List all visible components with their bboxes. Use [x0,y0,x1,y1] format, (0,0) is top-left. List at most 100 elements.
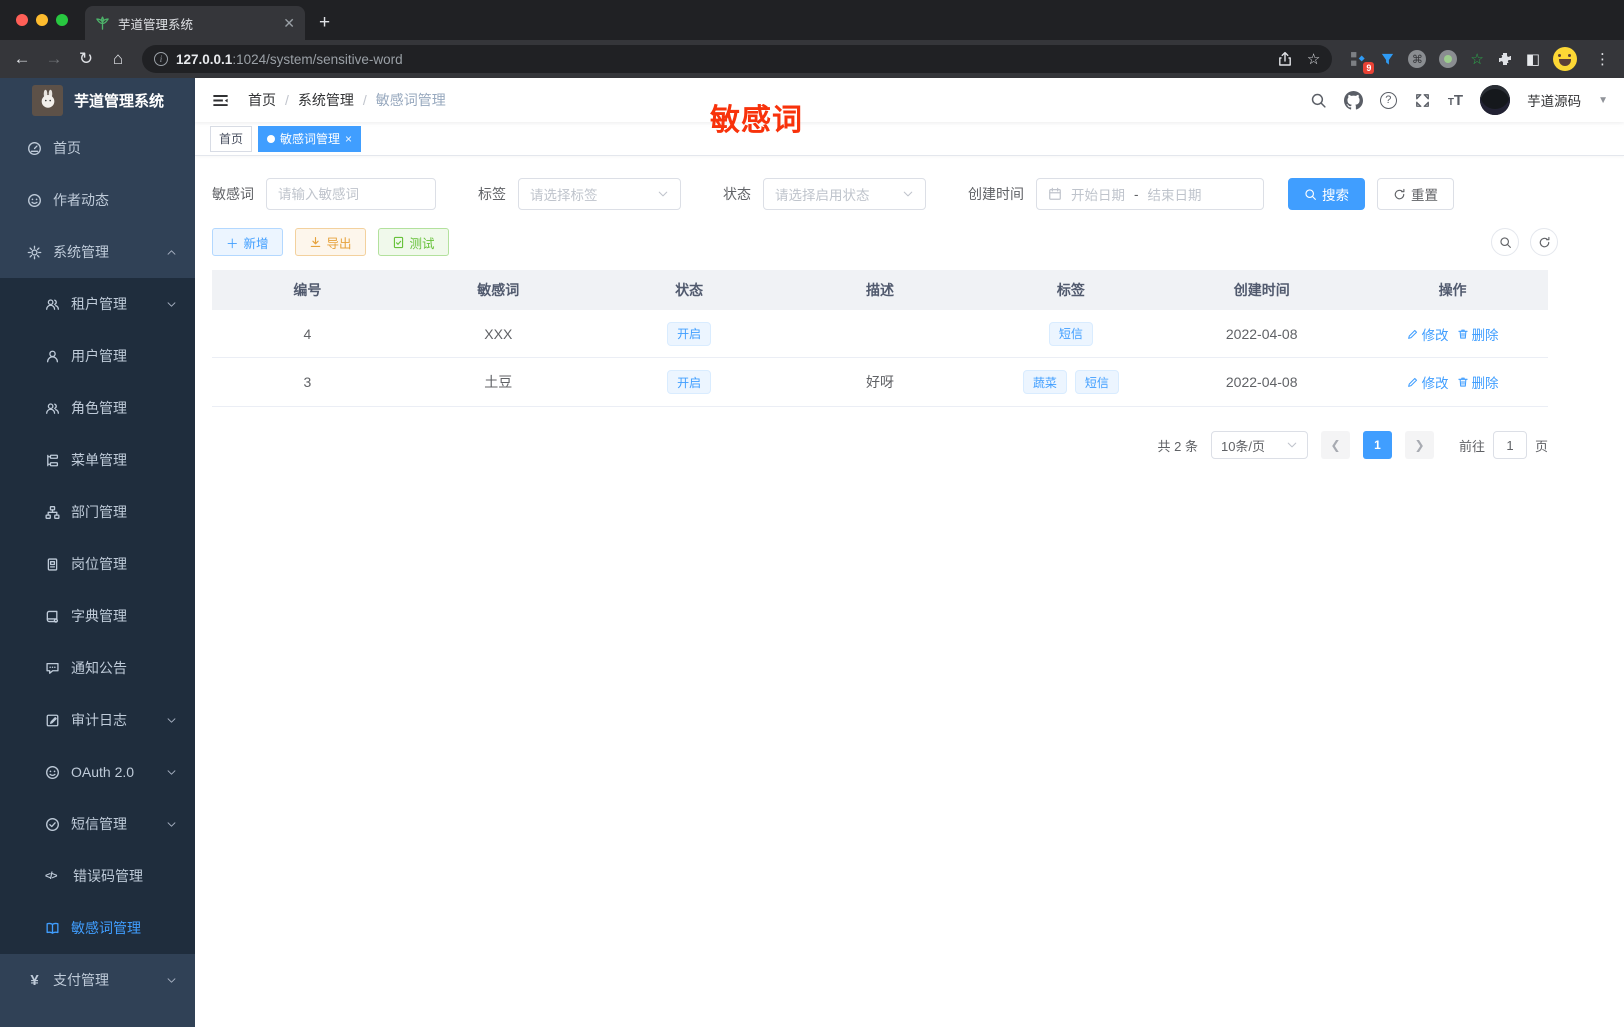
sidebar-item-post[interactable]: 岗位管理 [0,538,195,590]
bookmark-star-icon[interactable]: ☆ [1307,50,1320,68]
command-extension-icon[interactable]: ⌘ [1408,50,1427,68]
add-button[interactable]: ＋ 新增 [212,228,283,256]
tab-manager-extension-icon[interactable]: 9 [1350,51,1375,74]
search-icon [1305,188,1316,200]
date-range-picker[interactable]: 开始日期 - 结束日期 [1036,178,1264,210]
sidebar-item-system[interactable]: 系统管理 [0,226,195,278]
prev-page-button[interactable]: ❮ [1320,431,1350,459]
forward-icon[interactable]: → [40,45,68,73]
user-avatar[interactable] [1480,85,1511,115]
status-badge: 开启 [667,370,712,394]
home-icon[interactable]: ⌂ [104,45,132,73]
sidebar-logo[interactable]: 芋道管理系统 [0,78,195,122]
collapse-sidebar-icon[interactable] [211,91,230,110]
tag-home[interactable]: 首页 [210,125,253,152]
goto-label: 前往 [1458,438,1485,454]
calendar-icon [1049,187,1061,200]
users-icon [46,298,59,310]
funnel-extension-icon[interactable] [1380,52,1395,67]
cell-created: 2022-04-08 [1225,374,1298,390]
sidebar-item-tenant[interactable]: 租户管理 [0,278,195,330]
delete-link[interactable]: 删除 [1457,372,1499,392]
next-page-button[interactable]: ❯ [1404,431,1434,459]
tab-close-icon[interactable]: ✕ [283,15,295,32]
sidebar-item-dict[interactable]: 字典管理 [0,590,195,642]
gear-icon [27,245,42,259]
table-row: 4 XXX 开启 短信 2022-04-08 修改 删除 [212,310,1548,358]
chevron-down-icon [167,301,176,307]
active-dot-icon [267,134,276,143]
sidebar-item-sensitive-word[interactable]: 敏感词管理 [0,902,195,954]
tag-select[interactable]: 请选择标签 [518,178,681,210]
sidebar-item-role[interactable]: 角色管理 [0,382,195,434]
tag-sensitive-word[interactable]: 敏感词管理 × [258,125,362,152]
puzzle-extensions-icon[interactable] [1497,51,1513,67]
reset-button[interactable]: 重置 [1377,178,1454,210]
new-tab-button[interactable]: + [319,12,330,34]
close-window-button[interactable] [16,14,28,26]
recorder-extension-icon[interactable] [1439,50,1458,68]
sidebar-item-sms[interactable]: 短信管理 [0,798,195,850]
total-count: 共 2 条 [1157,438,1198,454]
minimize-window-button[interactable] [36,14,48,26]
share-icon[interactable] [1277,51,1293,67]
page-number-button[interactable]: 1 [1362,431,1392,459]
test-button[interactable]: 测试 [377,228,449,256]
robot-icon [46,765,59,779]
sidebar-item-dept[interactable]: 部门管理 [0,486,195,538]
sidebar-item-oauth[interactable]: OAuth 2.0 [0,746,195,798]
github-icon[interactable] [1343,90,1363,110]
zoom-window-button[interactable] [56,14,68,26]
breadcrumb-section[interactable]: 系统管理 [298,90,354,110]
cell-desc: 好呀 [865,374,894,390]
fullscreen-icon[interactable] [1414,92,1431,109]
page-size-select[interactable]: 10条/页 [1210,431,1308,459]
code-icon: </> [45,870,57,882]
profile-avatar[interactable] [1553,47,1577,71]
window-controls[interactable] [16,14,68,26]
delete-link[interactable]: 删除 [1457,324,1499,344]
sidebar-item-notice[interactable]: 通知公告 [0,642,195,694]
address-bar[interactable]: i 127.0.0.1:1024/system/sensitive-word ☆ [142,45,1333,73]
green-star-extension-icon[interactable]: ☆ [1470,50,1483,68]
edit-link[interactable]: 修改 [1407,324,1449,344]
export-button[interactable]: 导出 [294,228,366,256]
status-select[interactable]: 请选择启用状态 [763,178,926,210]
site-info-icon[interactable]: i [154,52,168,66]
browser-tabstrip: 芋道管理系统 ✕ + [0,0,1624,40]
breadcrumb-home[interactable]: 首页 [248,90,276,110]
font-size-icon[interactable]: TT [1448,92,1463,109]
goto-page-input[interactable] [1492,431,1527,459]
user-menu-caret-icon[interactable]: ▼ [1598,95,1608,106]
show-search-toggle-button[interactable] [1491,228,1519,256]
sidebar-item-audit-log[interactable]: 审计日志 [0,694,195,746]
side-panel-icon[interactable]: ◧ [1526,50,1540,68]
sidebar-item-error-code[interactable]: </> 错误码管理 [0,850,195,902]
pencil-icon [1407,377,1417,387]
edit-link[interactable]: 修改 [1407,372,1449,392]
pencil-icon [1407,329,1417,339]
search-button[interactable]: 搜索 [1288,178,1365,210]
sidebar-item-pay[interactable]: ¥ 支付管理 [0,954,195,1006]
sidebar-item-user[interactable]: 用户管理 [0,330,195,382]
sidebar-item-menu[interactable]: 菜单管理 [0,434,195,486]
help-icon[interactable]: ? [1379,91,1397,109]
search-icon[interactable] [1310,92,1327,109]
tag-label: 标签 [478,186,506,202]
red-annotation-text: 敏感词 [710,104,803,137]
tag-badge: 蔬菜 [1022,370,1067,394]
sidebar-item-author-news[interactable]: 作者动态 [0,174,195,226]
refresh-table-button[interactable] [1530,228,1558,256]
date-label: 创建时间 [968,186,1024,202]
cell-id: 4 [303,325,312,342]
tag-close-icon[interactable]: × [345,132,352,146]
reload-icon[interactable]: ↻ [72,45,100,73]
browser-tab[interactable]: 芋道管理系统 ✕ [85,6,305,40]
trash-icon [1457,329,1468,339]
table-header-row: 编号 敏感词 状态 描述 标签 创建时间 操作 [212,270,1548,310]
refresh-icon [1394,188,1405,199]
browser-menu-icon[interactable]: ⋮ [1589,50,1616,68]
sidebar-item-home[interactable]: 首页 [0,122,195,174]
keyword-input[interactable] [266,178,436,210]
back-icon[interactable]: ← [8,45,36,73]
